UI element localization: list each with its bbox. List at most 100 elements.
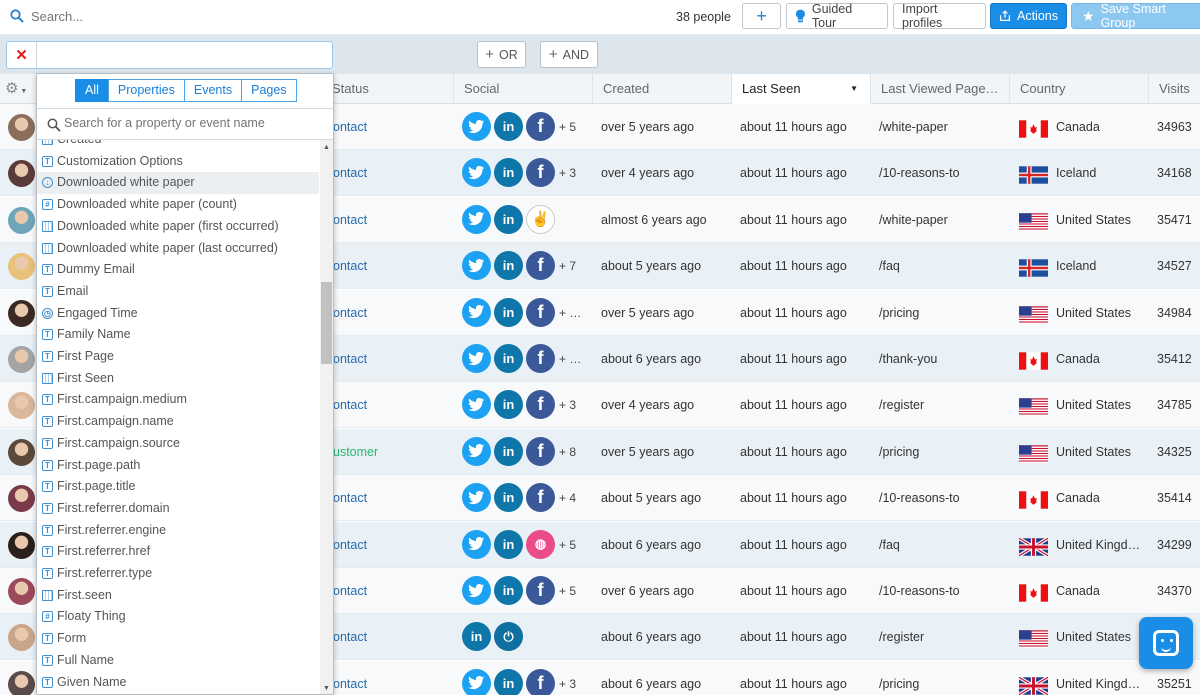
and-button[interactable]: + AND [540, 41, 598, 68]
tab-pages[interactable]: Pages [241, 79, 297, 102]
property-item[interactable]: First.seen [37, 585, 319, 607]
angellist-icon[interactable]: ✌ [526, 204, 555, 234]
facebook-icon[interactable]: f [526, 158, 555, 188]
property-search-input[interactable] [64, 116, 324, 130]
facebook-icon[interactable]: f [526, 668, 555, 695]
property-item[interactable]: First Seen [37, 368, 319, 390]
linkedin-icon[interactable]: in [494, 529, 523, 559]
twitter-icon[interactable] [462, 297, 491, 327]
more-social-count[interactable]: + 5 [559, 568, 576, 614]
column-country[interactable]: Country [1009, 74, 1148, 104]
property-item[interactable]: # Downloaded white paper (count) [37, 194, 319, 216]
property-item[interactable]: T Customization Options [37, 151, 319, 173]
more-social-count[interactable]: + 4 [559, 475, 576, 521]
more-social-count[interactable]: + … [559, 290, 581, 336]
facebook-icon[interactable]: f [526, 576, 555, 605]
linkedin-icon[interactable]: in [494, 483, 523, 513]
more-social-count[interactable]: + 8 [559, 429, 576, 475]
linkedin-icon[interactable]: in [494, 668, 523, 695]
facebook-icon[interactable]: f [526, 344, 555, 373]
tab-properties[interactable]: Properties [107, 79, 185, 102]
facebook-icon[interactable]: f [526, 436, 555, 466]
linkedin-icon[interactable]: in [494, 251, 523, 281]
chat-widget-button[interactable] [1139, 617, 1193, 669]
twitter-icon[interactable] [462, 251, 491, 281]
twitter-icon[interactable] [462, 529, 491, 559]
twitter-icon[interactable] [462, 390, 491, 420]
remove-filter-icon[interactable]: ✕ [7, 42, 37, 68]
search-input[interactable] [31, 9, 331, 24]
property-item[interactable]: # Floaty Thing [37, 606, 319, 628]
facebook-icon[interactable]: f [526, 483, 555, 513]
twitter-icon[interactable] [462, 112, 491, 141]
property-item[interactable]: Downloaded white paper (first occurred) [37, 216, 319, 238]
dribbble-icon[interactable]: ◍ [526, 529, 555, 559]
property-item[interactable]: T Form [37, 628, 319, 650]
linkedin-icon[interactable]: in [462, 622, 491, 652]
twitter-icon[interactable] [462, 483, 491, 513]
scroll-thumb[interactable] [321, 282, 332, 364]
more-social-count[interactable]: + 7 [559, 243, 576, 289]
linkedin-icon[interactable]: in [494, 112, 523, 141]
column-settings[interactable]: ⚙ ▼ [0, 74, 36, 104]
tab-events[interactable]: Events [183, 79, 243, 102]
property-item[interactable]: T First.referrer.engine [37, 520, 319, 542]
column-social[interactable]: Social [453, 74, 592, 104]
twitter-icon[interactable] [462, 576, 491, 605]
linkedin-icon[interactable]: in [494, 158, 523, 188]
save-smart-group-button[interactable]: ★ Save Smart Group [1071, 2, 1200, 30]
facebook-icon[interactable]: f [526, 297, 555, 327]
dropdown-scrollbar[interactable]: ▲ ▼ [320, 140, 333, 694]
property-item[interactable]: T First.campaign.medium [37, 389, 319, 411]
property-item[interactable]: T First.referrer.domain [37, 498, 319, 520]
more-social-count[interactable]: + 3 [559, 382, 576, 428]
or-button[interactable]: + OR [477, 41, 526, 68]
twitter-icon[interactable] [462, 158, 491, 188]
property-item[interactable]: T First.page.title [37, 476, 319, 498]
scroll-up-icon[interactable]: ▲ [323, 144, 330, 151]
more-social-count[interactable]: + … [559, 336, 581, 382]
property-item[interactable]: T First.page.path [37, 455, 319, 477]
property-item[interactable]: T Full Name [37, 650, 319, 672]
power-icon[interactable]: ⏻ [494, 622, 523, 652]
column-created[interactable]: Created [592, 74, 731, 104]
more-social-count[interactable]: + 5 [559, 522, 576, 568]
property-item[interactable]: T Family Name [37, 324, 319, 346]
property-item[interactable]: T Email [37, 281, 319, 303]
property-item[interactable]: T Given Name [37, 672, 319, 694]
column-last-viewed[interactable]: Last Viewed Page… [870, 74, 1009, 104]
property-item[interactable]: ◷ Engaged Time [37, 303, 319, 325]
facebook-icon[interactable]: f [526, 251, 555, 281]
property-item[interactable]: T Dummy Email [37, 259, 319, 281]
linkedin-icon[interactable]: in [494, 576, 523, 605]
more-social-count[interactable]: + 3 [559, 150, 576, 196]
filter-input[interactable]: ✕ [6, 41, 333, 69]
scroll-down-icon[interactable]: ▼ [323, 685, 330, 692]
linkedin-icon[interactable]: in [494, 297, 523, 327]
property-item[interactable]: T First Page [37, 346, 319, 368]
property-item[interactable]: T First.campaign.name [37, 411, 319, 433]
property-item[interactable]: T First.campaign.source [37, 433, 319, 455]
more-social-count[interactable]: + 3 [559, 661, 576, 695]
property-item[interactable]: Created [37, 140, 319, 151]
twitter-icon[interactable] [462, 668, 491, 695]
actions-button[interactable]: Actions [990, 3, 1067, 29]
import-profiles-button[interactable]: Import profiles [893, 2, 986, 30]
property-item[interactable]: T First.referrer.type [37, 563, 319, 585]
linkedin-icon[interactable]: in [494, 436, 523, 466]
more-social-count[interactable]: + 5 [559, 104, 576, 150]
property-item[interactable]: T First.referrer.href [37, 541, 319, 563]
twitter-icon[interactable] [462, 436, 491, 466]
property-item[interactable]: Downloaded white paper (last occurred) [37, 238, 319, 260]
twitter-icon[interactable] [462, 344, 491, 373]
tab-all[interactable]: All [75, 79, 109, 102]
column-visits[interactable]: Visits [1148, 74, 1200, 104]
facebook-icon[interactable]: f [526, 390, 555, 420]
column-status[interactable]: Status [322, 74, 453, 104]
property-item[interactable]: ↓ Downloaded white paper [37, 172, 319, 195]
linkedin-icon[interactable]: in [494, 344, 523, 373]
column-last-seen[interactable]: Last Seen ▼ [731, 74, 870, 104]
guided-tour-button[interactable]: Guided Tour [786, 2, 888, 30]
linkedin-icon[interactable]: in [494, 204, 523, 234]
twitter-icon[interactable] [462, 204, 491, 234]
